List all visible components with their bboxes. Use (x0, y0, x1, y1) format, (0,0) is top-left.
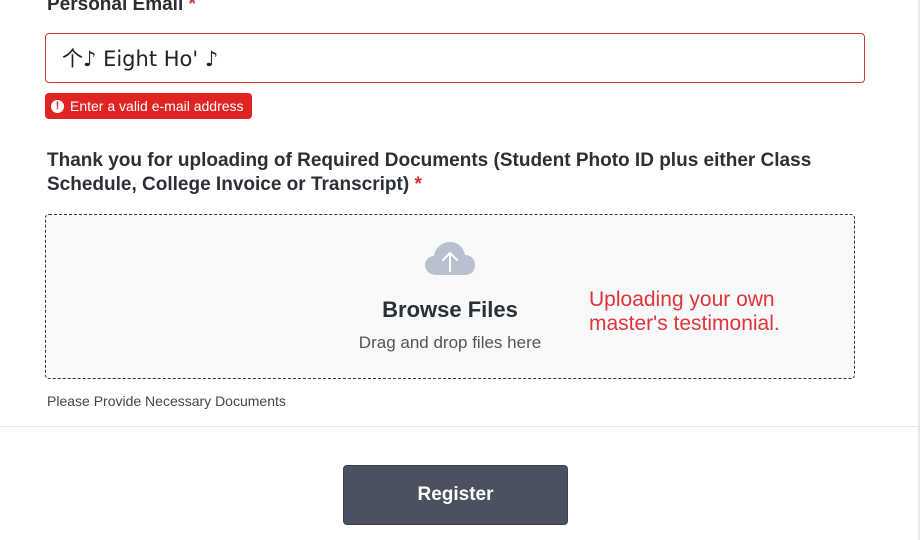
file-dropzone[interactable]: Browse Files Drag and drop files here Up… (45, 214, 855, 379)
testimonial-annotation: Uploading your own master's testimonial. (589, 288, 780, 336)
annotation-line-1: Uploading your own (589, 288, 775, 311)
register-button[interactable]: Register (343, 465, 568, 525)
personal-email-input[interactable] (45, 33, 865, 83)
required-asterisk: * (188, 0, 196, 15)
personal-email-label-text: Personal Email (47, 0, 184, 15)
cloud-upload-icon (425, 242, 475, 275)
personal-email-label: Personal Email * (47, 0, 196, 16)
required-documents-label-text: Thank you for uploading of Required Docu… (47, 150, 812, 195)
required-documents-label: Thank you for uploading of Required Docu… (47, 149, 847, 197)
email-error-badge: ! Enter a valid e-mail address (45, 93, 252, 119)
annotation-line-2: master's testimonial. (589, 312, 780, 335)
drag-drop-hint: Drag and drop files here (358, 333, 542, 352)
error-icon: ! (51, 99, 64, 113)
documents-hint: Please Provide Necessary Documents (47, 393, 286, 409)
email-error-text: Enter a valid e-mail address (70, 98, 244, 114)
required-asterisk: * (414, 174, 422, 195)
section-divider (0, 426, 918, 427)
page-right-border (918, 0, 920, 540)
